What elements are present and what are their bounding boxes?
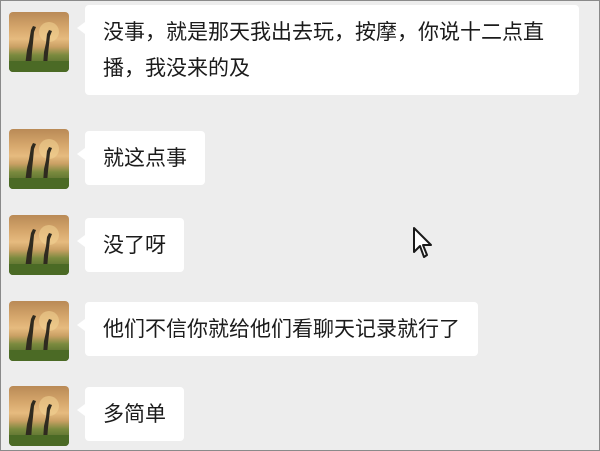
message-bubble[interactable]: 他们不信你就给他们看聊天记录就行了 [77, 302, 478, 356]
chat-window: 没事，就是那天我出去玩，按摩，你说十二点直播，我没来的及 就这点事 没了呀 他们… [0, 0, 600, 451]
giraffe-avatar-icon[interactable] [9, 386, 69, 446]
message-bubble[interactable]: 多简单 [77, 387, 184, 441]
message-text: 多简单 [103, 402, 166, 426]
message-bubble[interactable]: 就这点事 [77, 131, 205, 185]
giraffe-avatar-icon[interactable] [9, 301, 69, 361]
giraffe-avatar-icon[interactable] [9, 129, 69, 189]
giraffe-avatar-icon[interactable] [9, 215, 69, 275]
message-bubble[interactable]: 没事，就是那天我出去玩，按摩，你说十二点直播，我没来的及 [77, 5, 579, 95]
message-text: 没了呀 [103, 233, 166, 257]
giraffe-avatar-icon[interactable] [9, 12, 69, 72]
message-text: 他们不信你就给他们看聊天记录就行了 [103, 317, 460, 341]
message-bubble[interactable]: 没了呀 [77, 218, 184, 272]
message-text: 没事，就是那天我出去玩，按摩，你说十二点直播，我没来的及 [103, 20, 544, 80]
mouse-pointer-icon [412, 226, 434, 260]
message-text: 就这点事 [103, 146, 187, 170]
